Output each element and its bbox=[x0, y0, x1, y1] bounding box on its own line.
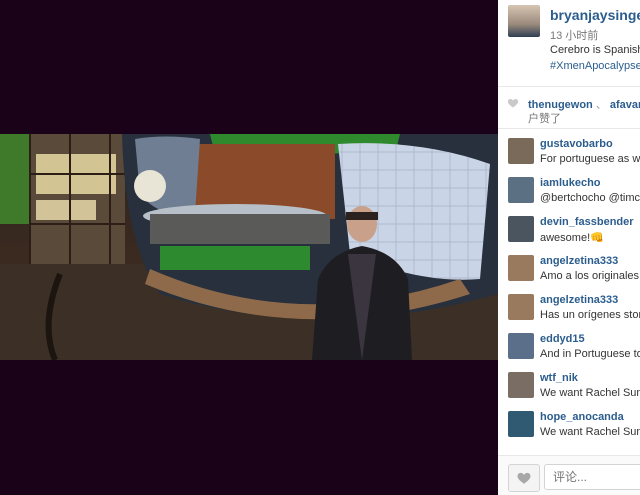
post-timestamp[interactable]: 13 小时前 bbox=[550, 27, 598, 43]
commenter-username[interactable]: iamlukecho bbox=[540, 177, 601, 189]
commenter-username[interactable]: gustavobarbo bbox=[540, 138, 613, 150]
comment-item: devin_fassbender awesome!👊 bbox=[498, 214, 640, 252]
comment-text: We want Rachel Summers bbox=[540, 387, 640, 399]
comment-text: Has un orígenes storm bbox=[540, 309, 640, 321]
commenter-avatar[interactable] bbox=[508, 411, 534, 437]
comment-text: And in Portuguese too bbox=[540, 348, 640, 360]
commenter-username[interactable]: eddyd15 bbox=[540, 333, 585, 345]
comment-item: eddyd15 And in Portuguese too bbox=[498, 331, 640, 369]
comment-text: For portuguese as well bbox=[540, 153, 640, 165]
comment-item: iamlukecho @bertchocho @timchocho bbox=[498, 175, 640, 213]
comment-input[interactable] bbox=[544, 464, 640, 490]
likes-suffix: 户赞了 bbox=[528, 113, 561, 125]
comment-item: gustavobarbo For portuguese as well bbox=[498, 136, 640, 174]
commenter-avatar[interactable] bbox=[508, 138, 534, 164]
commenter-avatar[interactable] bbox=[508, 372, 534, 398]
post-hashtag[interactable]: #XmenApocalypse bbox=[550, 60, 640, 72]
commenter-username[interactable]: hope_anocanda bbox=[540, 411, 624, 423]
post-photo[interactable] bbox=[0, 134, 498, 360]
commenter-username[interactable]: angelzetina333 bbox=[540, 255, 618, 267]
comment-item: angelzetina333 Amo a los originales bbox=[498, 253, 640, 291]
post-header: bryanjaysinger 13 小时前 Cerebro is Spanish… bbox=[498, 0, 640, 87]
author-username[interactable]: bryanjaysinger bbox=[550, 7, 640, 23]
commenter-avatar[interactable] bbox=[508, 333, 534, 359]
commenter-avatar[interactable] bbox=[508, 255, 534, 281]
commenter-avatar[interactable] bbox=[508, 216, 534, 242]
heart-icon bbox=[507, 99, 519, 108]
like-button[interactable] bbox=[508, 464, 540, 492]
commenter-username[interactable]: devin_fassbender bbox=[540, 216, 634, 228]
commenter-username[interactable]: wtf_nik bbox=[540, 372, 578, 384]
comment-item: hope_anocanda We want Rachel Summers bbox=[498, 409, 640, 447]
photo-scene bbox=[0, 134, 498, 360]
likes-summary: thenugewon 、 afavare 户赞了 bbox=[498, 88, 640, 129]
liker-link[interactable]: afavare bbox=[610, 99, 640, 111]
heart-icon bbox=[517, 472, 531, 484]
post-caption: Cerebro is Spanish bbox=[550, 44, 640, 56]
author-avatar[interactable] bbox=[508, 5, 540, 37]
comment-text: We want Rachel Summers bbox=[540, 426, 640, 438]
media-viewer bbox=[0, 0, 498, 495]
commenter-username[interactable]: angelzetina333 bbox=[540, 294, 618, 306]
comment-item: angelzetina333 Has un orígenes storm bbox=[498, 292, 640, 330]
comment-text: @bertchocho @timchocho bbox=[540, 192, 640, 204]
comment-footer bbox=[498, 455, 640, 495]
comment-item: wtf_nik We want Rachel Summers bbox=[498, 370, 640, 408]
commenter-avatar[interactable] bbox=[508, 177, 534, 203]
liker-separator: 、 bbox=[595, 99, 607, 111]
comment-text: awesome!👊 bbox=[540, 232, 604, 244]
comment-text: Amo a los originales bbox=[540, 270, 640, 282]
commenter-avatar[interactable] bbox=[508, 294, 534, 320]
post-side-panel: bryanjaysinger 13 小时前 Cerebro is Spanish… bbox=[498, 0, 640, 495]
